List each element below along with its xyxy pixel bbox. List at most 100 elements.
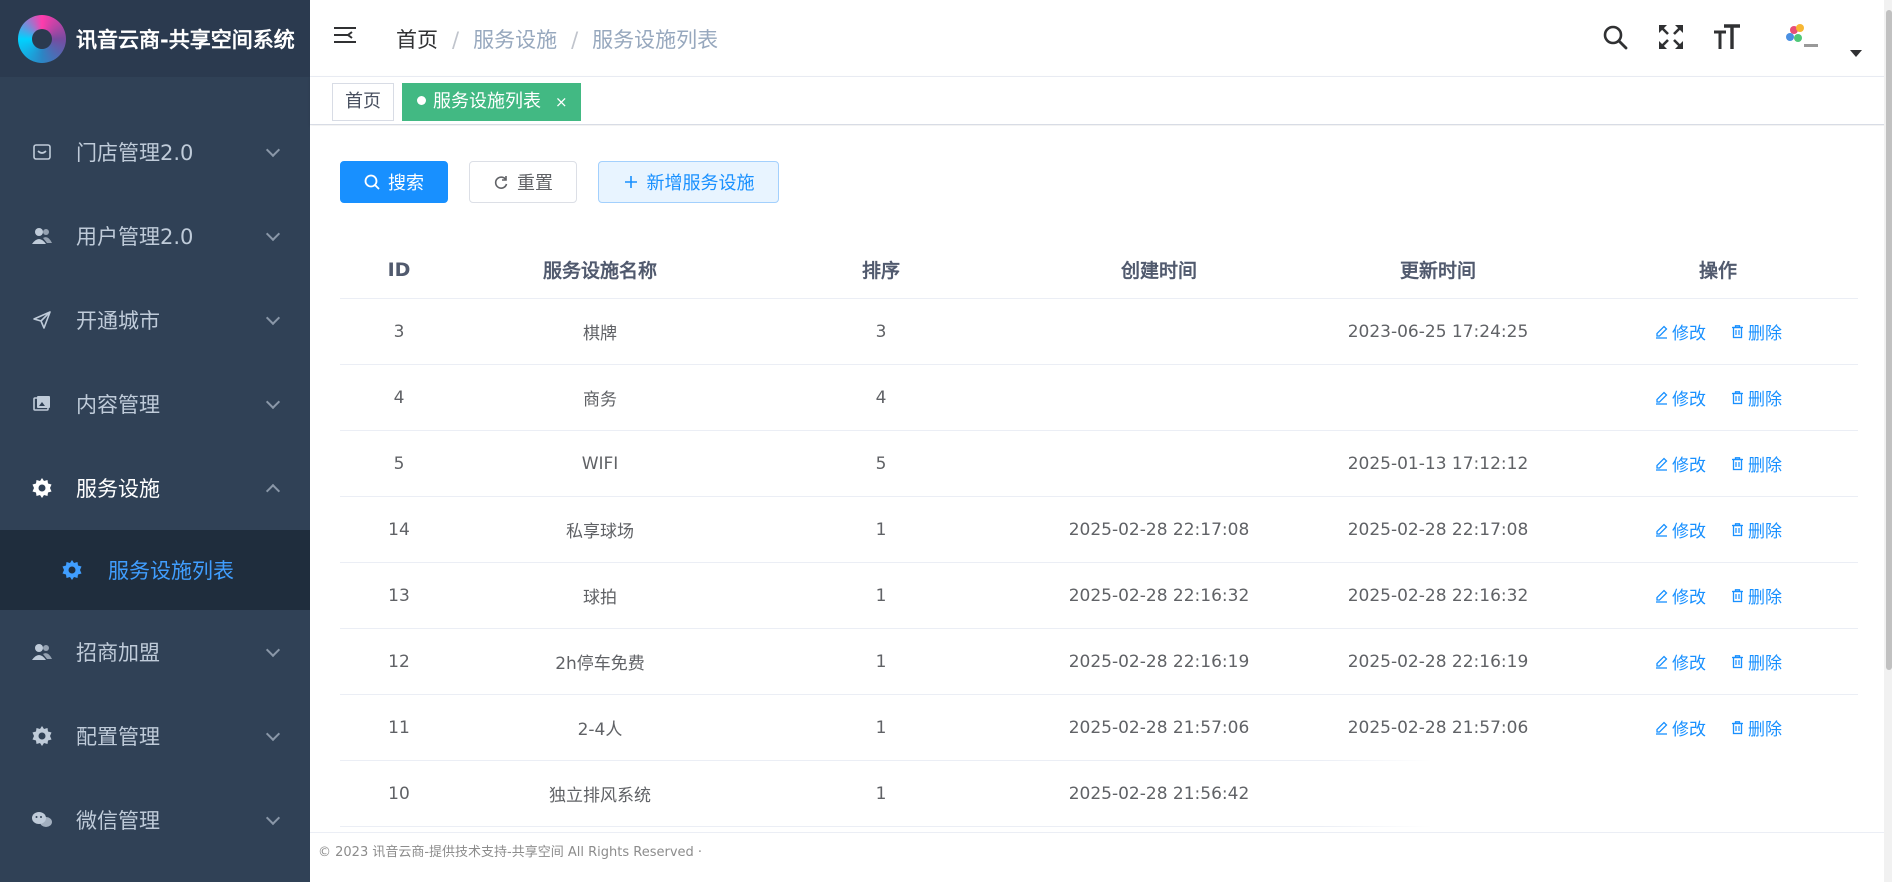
- edit-button[interactable]: 修改: [1654, 319, 1706, 344]
- close-icon[interactable]: ×: [555, 93, 568, 111]
- breadcrumb-service-facilities[interactable]: 服务设施: [473, 28, 557, 52]
- delete-icon: [1730, 720, 1748, 735]
- sidebar-item-wechat[interactable]: 微信管理: [0, 778, 310, 862]
- edit-button[interactable]: 修改: [1654, 517, 1706, 542]
- caret-down-icon[interactable]: [1850, 50, 1862, 57]
- delete-button[interactable]: 删除: [1730, 319, 1782, 344]
- delete-button[interactable]: 删除: [1730, 649, 1782, 674]
- edit-button[interactable]: 修改: [1654, 385, 1706, 410]
- delete-icon: [1730, 654, 1748, 669]
- edit-button[interactable]: 修改: [1654, 649, 1706, 674]
- scrollbar-thumb[interactable]: [1886, 10, 1892, 670]
- chevron-down-icon: [265, 810, 281, 826]
- tag-label: 服务设施列表: [433, 91, 541, 112]
- footer: © 2023 讯音云商-提供技术支持-共享空间 All Rights Reser…: [310, 832, 1892, 882]
- sidebar-item-content[interactable]: 内容管理: [0, 362, 310, 446]
- cell-created: [1020, 431, 1298, 496]
- gear-icon: [30, 476, 54, 500]
- sidebar-item-label: 用户管理2.0: [76, 225, 194, 249]
- column-header-created: 创建时间: [1120, 260, 1197, 282]
- cell-created: 2025-02-28 22:16:32: [1068, 585, 1250, 606]
- cell-id: 3: [393, 321, 405, 342]
- add-service-facility-button[interactable]: 新增服务设施: [598, 161, 779, 203]
- delete-icon: [1730, 390, 1748, 405]
- sidebar-item-label: 开通城市: [76, 309, 160, 333]
- add-button-label: 新增服务设施: [646, 173, 755, 194]
- cell-updated: 2023-06-25 17:24:25: [1347, 321, 1529, 342]
- cell-actions: 修改 删除: [1578, 497, 1858, 562]
- tag-label: 首页: [345, 91, 381, 112]
- breadcrumb-current: 服务设施列表: [592, 28, 719, 52]
- search-icon[interactable]: [1600, 22, 1630, 52]
- search-icon: [364, 174, 380, 190]
- edit-icon: [1654, 390, 1672, 405]
- reset-button[interactable]: 重置: [469, 161, 577, 203]
- cell-updated: 2025-02-28 22:16:19: [1347, 651, 1529, 672]
- cell-updated: 2025-02-28 21:57:06: [1347, 717, 1529, 738]
- cell-id: 10: [388, 783, 410, 804]
- delete-icon: [1730, 588, 1748, 603]
- delete-button[interactable]: 删除: [1730, 517, 1782, 542]
- cell-id: 5: [393, 453, 405, 474]
- tag-service-facility-list[interactable]: 服务设施列表 ×: [402, 83, 581, 121]
- edit-button[interactable]: 修改: [1654, 715, 1706, 740]
- table-row: 11 2-4人 1 2025-02-28 21:57:06 2025-02-28 21:…: [340, 695, 1858, 761]
- table-row: 5 WIFI 5 2025-01-13 17:12:12 修改 删除: [340, 431, 1858, 497]
- edit-label: 修改: [1672, 654, 1706, 674]
- top-navbar: 首页 / 服务设施 / 服务设施列表: [310, 0, 1892, 77]
- gear-icon: [60, 558, 84, 582]
- fullscreen-icon[interactable]: [1656, 22, 1686, 52]
- table-body: 3 棋牌 3 2023-06-25 17:24:25 修改 删除 4 商务 4 修改 删除 5 WIFI…: [340, 299, 1858, 827]
- edit-label: 修改: [1672, 456, 1706, 476]
- delete-button[interactable]: 删除: [1730, 385, 1782, 410]
- tags-view: 首页 服务设施列表 ×: [310, 77, 1892, 125]
- delete-button[interactable]: 删除: [1730, 451, 1782, 476]
- avatar[interactable]: [1780, 20, 1824, 60]
- sidebar-item-users[interactable]: 用户管理2.0: [0, 194, 310, 278]
- image-icon: [30, 392, 54, 416]
- sidebar-item-service-facilities[interactable]: 服务设施: [0, 446, 310, 530]
- facilities-table: ID 服务设施名称 排序 创建时间 更新时间 操作 3 棋牌 3 2023-06-25…: [340, 241, 1858, 827]
- font-size-icon[interactable]: [1712, 22, 1742, 52]
- delete-button[interactable]: 删除: [1730, 583, 1782, 608]
- edit-button[interactable]: 修改: [1654, 451, 1706, 476]
- cell-created: [1020, 299, 1298, 364]
- cell-name: 2-4人: [577, 720, 623, 740]
- sidebar-item-store[interactable]: 门店管理2.0: [0, 110, 310, 194]
- cell-actions: 修改 删除: [1578, 563, 1858, 628]
- cell-sort: 1: [875, 519, 887, 540]
- breadcrumb: 首页 / 服务设施 / 服务设施列表: [396, 24, 718, 54]
- reset-button-label: 重置: [517, 173, 553, 194]
- cell-created: [1020, 365, 1298, 430]
- logo-bar: 讯音云商-共享空间系统: [0, 0, 310, 77]
- cell-id: 4: [393, 387, 405, 408]
- delete-icon: [1730, 324, 1748, 339]
- sidebar-subitem-service-facility-list[interactable]: 服务设施列表: [0, 530, 310, 610]
- table-row: 13 球拍 1 2025-02-28 22:16:32 2025-02-28 22:16…: [340, 563, 1858, 629]
- refresh-icon: [493, 174, 509, 190]
- delete-label: 删除: [1748, 654, 1782, 674]
- delete-icon: [1730, 456, 1748, 471]
- chevron-down-icon: [265, 142, 281, 158]
- cell-sort: 1: [875, 783, 887, 804]
- search-button[interactable]: 搜索: [340, 161, 448, 203]
- tag-home[interactable]: 首页: [332, 83, 394, 121]
- delete-icon: [1730, 522, 1748, 537]
- cell-updated: 2025-02-28 22:16:32: [1347, 585, 1529, 606]
- sidebar-item-label: 招商加盟: [76, 641, 160, 665]
- column-header-id: ID: [387, 258, 411, 281]
- chevron-down-icon: [265, 394, 281, 410]
- cell-actions: 修改 删除: [1578, 695, 1858, 760]
- menu-toggle-icon[interactable]: [334, 24, 358, 48]
- breadcrumb-home[interactable]: 首页: [396, 28, 438, 52]
- cell-created: 2025-02-28 22:16:19: [1068, 651, 1250, 672]
- sidebar-item-cities[interactable]: 开通城市: [0, 278, 310, 362]
- screenshot-fade-overlay: [1320, 758, 1880, 830]
- cell-sort: 1: [875, 585, 887, 606]
- edit-label: 修改: [1672, 588, 1706, 608]
- breadcrumb-separator: /: [452, 28, 460, 52]
- sidebar-item-config[interactable]: 配置管理: [0, 694, 310, 778]
- edit-button[interactable]: 修改: [1654, 583, 1706, 608]
- sidebar-item-franchise[interactable]: 招商加盟: [0, 610, 310, 694]
- delete-button[interactable]: 删除: [1730, 715, 1782, 740]
